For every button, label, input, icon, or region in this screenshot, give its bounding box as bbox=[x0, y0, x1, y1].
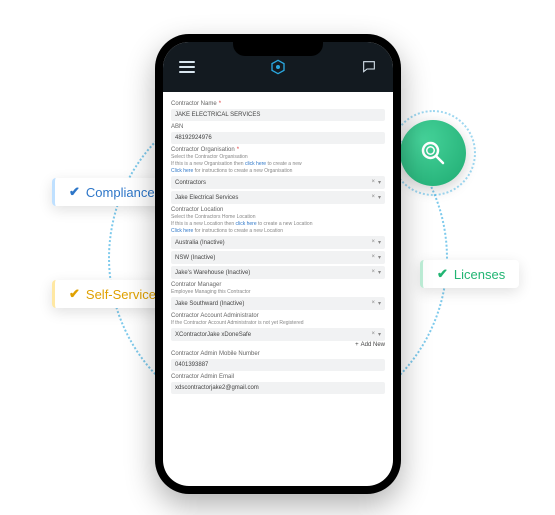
badge-licenses: ✔ Licenses bbox=[420, 260, 519, 288]
phone-screen: Contractor Name* JAKE ELECTRICAL SERVICE… bbox=[163, 42, 393, 486]
badge-label: Self-Service bbox=[86, 287, 156, 302]
chevron-down-icon[interactable]: ▾ bbox=[378, 269, 381, 276]
clear-icon[interactable]: × bbox=[371, 300, 375, 307]
loc-select-3[interactable]: Jake's Warehouse (Inactive) ×▾ bbox=[171, 266, 385, 279]
loc-new-link[interactable]: click here bbox=[235, 221, 256, 227]
magnify-icon bbox=[418, 138, 448, 168]
admin-select[interactable]: XContractorJake xDoneSafe ×▾ bbox=[171, 328, 385, 341]
clear-icon[interactable]: × bbox=[371, 269, 375, 276]
org-new-link[interactable]: click here bbox=[245, 161, 266, 167]
org-hint-new1: If this is a new Organisation then click… bbox=[171, 161, 385, 167]
chevron-down-icon[interactable]: ▾ bbox=[378, 239, 381, 246]
chevron-down-icon[interactable]: ▾ bbox=[378, 331, 381, 338]
org-select-1[interactable]: Contractors ×▾ bbox=[171, 176, 385, 189]
check-icon: ✔ bbox=[69, 286, 80, 302]
check-icon: ✔ bbox=[69, 184, 80, 200]
clear-icon[interactable]: × bbox=[371, 254, 375, 261]
loc-label: Contractor Location bbox=[171, 207, 385, 213]
email-field[interactable]: xdscontractorjake2@gmail.com bbox=[171, 382, 385, 394]
badge-label: Licenses bbox=[454, 267, 505, 282]
app-logo-icon bbox=[270, 59, 286, 75]
chevron-down-icon[interactable]: ▾ bbox=[378, 179, 381, 186]
manager-select[interactable]: Jake Southward (Inactive) ×▾ bbox=[171, 297, 385, 310]
mobile-label: Contractor Admin Mobile Number bbox=[171, 351, 385, 357]
phone-frame: Contractor Name* JAKE ELECTRICAL SERVICE… bbox=[155, 34, 401, 494]
contractor-name-field[interactable]: JAKE ELECTRICAL SERVICES bbox=[171, 109, 385, 121]
contractor-name-label: Contractor Name* bbox=[171, 101, 385, 107]
loc-instructions-link[interactable]: Click here bbox=[171, 228, 193, 234]
badge-compliance: ✔ Compliance bbox=[52, 178, 169, 206]
loc-select-1[interactable]: Australia (Inactive) ×▾ bbox=[171, 236, 385, 249]
loc-hint-new2: Click here for instructions to create a … bbox=[171, 228, 385, 234]
add-new-admin-button[interactable]: + Add New bbox=[171, 342, 385, 348]
check-icon: ✔ bbox=[437, 266, 448, 282]
badge-self-service: ✔ Self-Service bbox=[52, 280, 170, 308]
org-select-2[interactable]: Jake Electrical Services ×▾ bbox=[171, 191, 385, 204]
chat-icon[interactable] bbox=[361, 59, 377, 75]
chevron-down-icon[interactable]: ▾ bbox=[378, 194, 381, 201]
plus-icon: + bbox=[355, 342, 359, 348]
admin-hint: If the Contractor Account Administrator … bbox=[171, 320, 385, 326]
chevron-down-icon[interactable]: ▾ bbox=[378, 254, 381, 261]
org-label: Contractor Organisation* bbox=[171, 147, 385, 153]
loc-select-2[interactable]: NSW (Inactive) ×▾ bbox=[171, 251, 385, 264]
clear-icon[interactable]: × bbox=[371, 179, 375, 186]
manager-label: Contrator Manager bbox=[171, 282, 385, 288]
org-instructions-link[interactable]: Click here bbox=[171, 168, 193, 174]
admin-label: Contractor Account Administrator bbox=[171, 313, 385, 319]
clear-icon[interactable]: × bbox=[371, 239, 375, 246]
badge-label: Compliance bbox=[86, 185, 155, 200]
email-label: Contractor Admin Email bbox=[171, 374, 385, 380]
clear-icon[interactable]: × bbox=[371, 331, 375, 338]
org-hint-new2: Click here for instructions to create a … bbox=[171, 168, 385, 174]
loc-hint-select: Select the Contractors Home Location bbox=[171, 214, 385, 220]
org-hint-select: Select the Contractor Organisation bbox=[171, 154, 385, 160]
abn-label: ABN bbox=[171, 124, 385, 130]
menu-icon[interactable] bbox=[179, 61, 195, 73]
phone-notch bbox=[233, 42, 323, 56]
loc-hint-new1: If this is a new Location then click her… bbox=[171, 221, 385, 227]
search-medallion bbox=[400, 120, 466, 186]
abn-field[interactable]: 48192924976 bbox=[171, 132, 385, 144]
manager-hint: Employee Managing this Contractor bbox=[171, 289, 385, 295]
contractor-form: Contractor Name* JAKE ELECTRICAL SERVICE… bbox=[163, 92, 393, 486]
mobile-field[interactable]: 0401393887 bbox=[171, 359, 385, 371]
clear-icon[interactable]: × bbox=[371, 194, 375, 201]
chevron-down-icon[interactable]: ▾ bbox=[378, 300, 381, 307]
